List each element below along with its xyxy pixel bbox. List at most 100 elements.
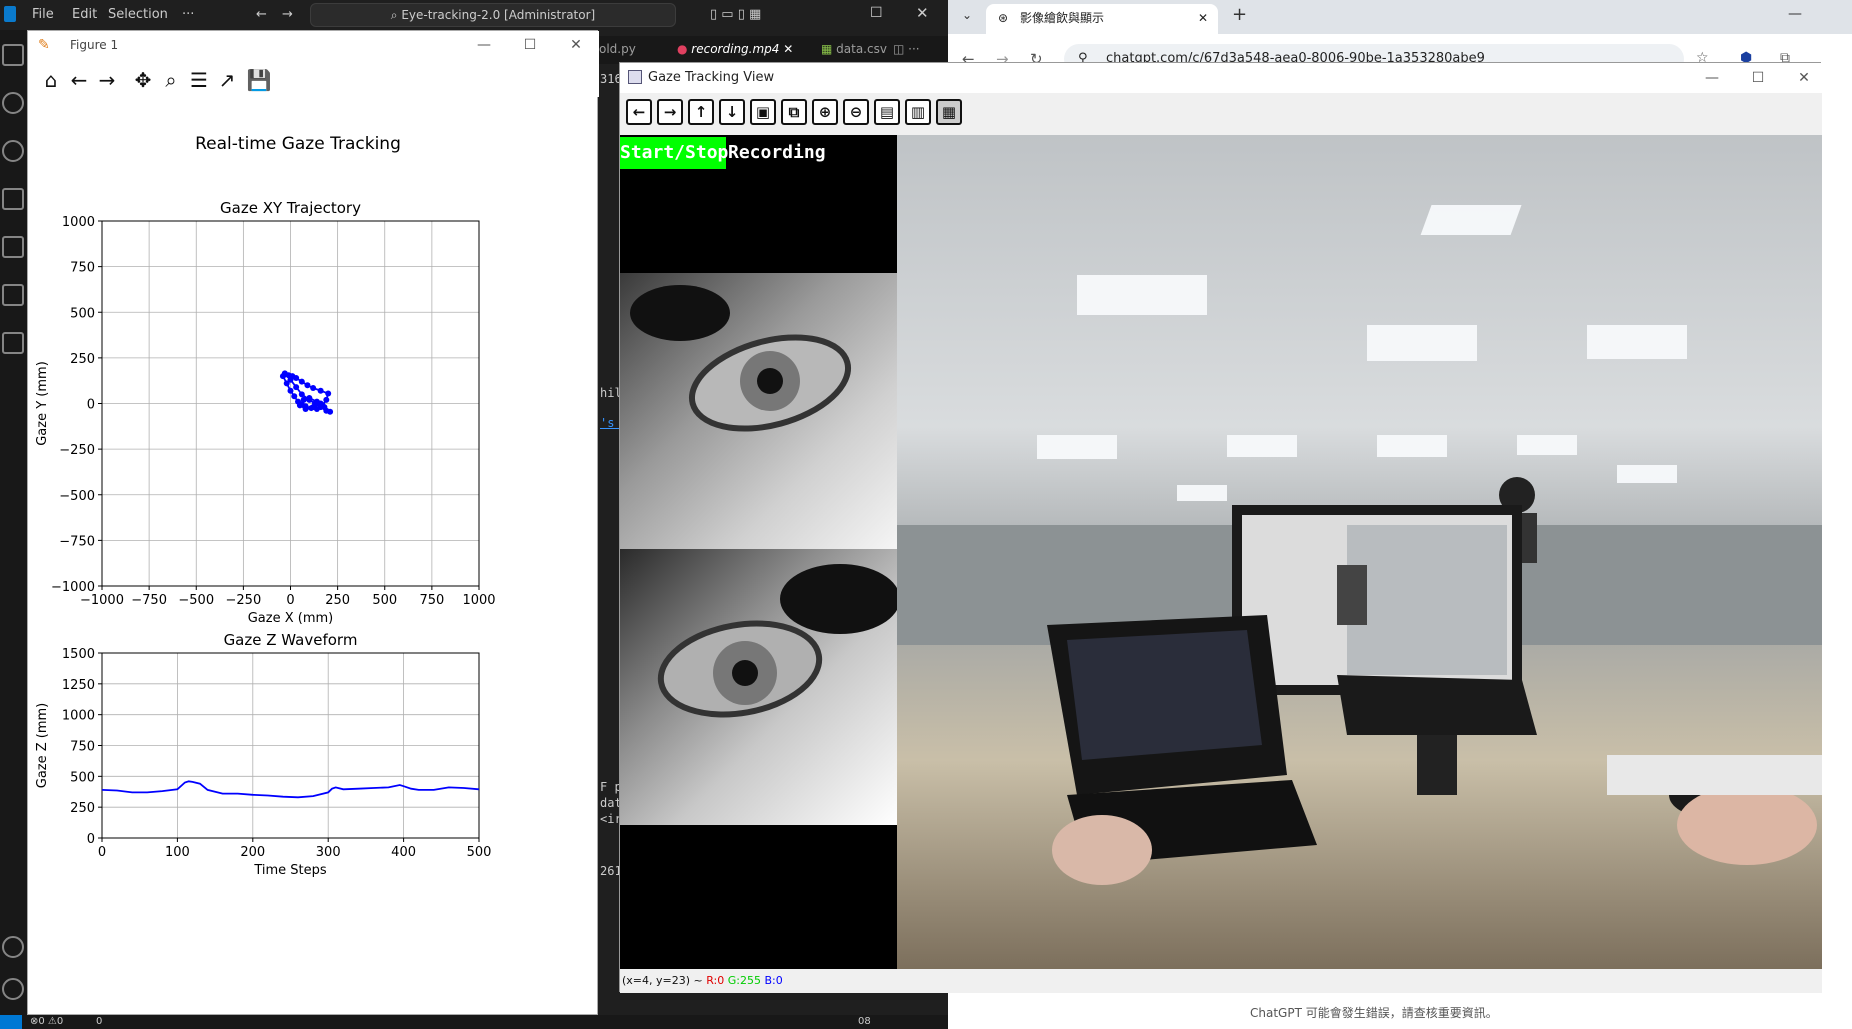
chatgpt-footer-disclaimer: ChatGPT 可能會發生錯誤，請查核重要資訊。 <box>1250 1006 1498 1020</box>
menu-file[interactable]: File <box>32 7 54 22</box>
copy-clipboard-icon[interactable]: ▥ <box>905 99 931 125</box>
pan-icon[interactable]: ✥ <box>130 67 156 93</box>
right-eye-camera-image <box>620 549 900 825</box>
x-tick-label: −500 <box>178 593 214 608</box>
problems-count[interactable]: ⊗0 ⚠0 <box>30 1016 63 1027</box>
command-center-search[interactable]: ⌕ Eye-tracking-2.0 [Administrator] <box>310 3 676 27</box>
new-tab-icon[interactable]: + <box>1232 4 1247 25</box>
remote-explorer-icon[interactable] <box>2 236 24 258</box>
status-right-text: 08 <box>858 1016 871 1027</box>
forward-icon[interactable]: → <box>94 67 120 93</box>
tab-recording-mp4[interactable]: ● recording.mp4 ✕ <box>677 42 793 56</box>
data-point <box>287 376 294 383</box>
x-tick-label: 1000 <box>462 593 495 608</box>
figure-minimize-icon[interactable]: — <box>476 37 492 53</box>
zoom-in-icon[interactable]: ⊕ <box>812 99 838 125</box>
gaze-maximize-icon[interactable]: ☐ <box>1750 70 1766 86</box>
data-point <box>298 391 305 398</box>
search-view-icon[interactable] <box>2 92 24 114</box>
remote-indicator-icon[interactable] <box>0 1015 22 1029</box>
data-point <box>310 404 317 411</box>
extensions-icon[interactable] <box>2 284 24 306</box>
edit-axis-icon[interactable]: ↗ <box>214 67 240 93</box>
subplots-icon[interactable]: ☰ <box>186 67 212 93</box>
tab-close-icon[interactable]: ✕ <box>1198 4 1208 32</box>
zoom-out-icon[interactable]: ⊖ <box>843 99 869 125</box>
save-icon[interactable]: 💾 <box>246 67 272 93</box>
gaze-view-titlebar: Gaze Tracking View — ☐ ✕ <box>620 63 1822 93</box>
run-debug-icon[interactable] <box>2 188 24 210</box>
y-tick-label: 250 <box>70 801 95 816</box>
properties-icon[interactable]: ▦ <box>936 99 962 125</box>
figure-titlebar: ✎ Figure 1 — ☐ ✕ <box>28 31 599 61</box>
data-point <box>317 400 324 407</box>
vscode-close-icon[interactable]: ✕ <box>916 4 929 22</box>
data-point <box>317 387 324 394</box>
x-tick-label: 400 <box>391 845 416 860</box>
chat-icon[interactable] <box>2 332 24 354</box>
arrow-right-icon[interactable]: → <box>657 99 683 125</box>
save-image-icon[interactable]: ▤ <box>874 99 900 125</box>
gaze-minimize-icon[interactable]: — <box>1704 70 1720 86</box>
figure-maximize-icon[interactable]: ☐ <box>522 37 538 53</box>
nav-forward-icon[interactable]: → <box>282 7 293 22</box>
split-editor-icon[interactable]: ◫ ··· <box>893 42 920 56</box>
start-stop-button[interactable]: Start/Stop <box>620 137 728 169</box>
home-icon[interactable]: ⌂ <box>38 67 64 93</box>
ports-count[interactable]: 0 <box>96 1016 102 1027</box>
x-tick-label: 500 <box>372 593 397 608</box>
zoom-region-icon[interactable]: ⧉ <box>781 99 807 125</box>
tab-recording-label: recording.mp4 <box>691 42 780 56</box>
menu-edit[interactable]: Edit <box>72 7 97 22</box>
nav-back-icon[interactable]: ← <box>256 7 267 22</box>
x-tick-label: 750 <box>419 593 444 608</box>
cursor-coordinates: (x=4, y=23) ~ <box>622 974 707 987</box>
layout-controls[interactable]: ▯ ▭ ▯ ▦ <box>710 7 761 22</box>
browser-tab-active[interactable]: ⊛ 影像繪飲與顯示 ✕ <box>986 4 1218 34</box>
source-control-icon[interactable] <box>2 140 24 162</box>
browser-minimize-icon[interactable]: — <box>1788 6 1802 22</box>
csv-file-icon: ▦ <box>821 42 837 56</box>
y-tick-label: 500 <box>70 770 95 785</box>
gaze-view-status-bar: (x=4, y=23) ~ R:0 G:255 B:0 <box>620 969 1822 993</box>
chatgpt-favicon-icon: ⊛ <box>998 11 1009 25</box>
vscode-status-bar: ⊗0 ⚠0 0 08 <box>0 1015 948 1029</box>
accounts-icon[interactable] <box>2 936 24 958</box>
figure-toolbar: ⌂ ← → ✥ ⌕ ☰ ↗ 💾 <box>28 61 599 97</box>
xy-trajectory-axes[interactable]: −1000 −750 −500 −250 0 250 500 750 1000 −1000 −750… <box>35 199 496 626</box>
menu-selection[interactable]: Selection <box>108 7 168 22</box>
x-tick-label: 300 <box>316 845 341 860</box>
back-icon[interactable]: ← <box>66 67 92 93</box>
data-point <box>293 384 300 391</box>
editor-tabs: old.py ● recording.mp4 ✕ ▦ data.csv ◫ ··… <box>595 36 948 64</box>
tab-data-csv[interactable]: ▦ data.csv <box>821 42 887 56</box>
arrow-down-icon[interactable]: ↓ <box>719 99 745 125</box>
vscode-maximize-icon[interactable]: ☐ <box>870 5 883 21</box>
app-window-icon <box>628 70 642 84</box>
explorer-icon[interactable] <box>2 44 24 66</box>
z-waveform-axes[interactable]: 0 100 200 300 400 500 0 250 500 750 1000 1250 1500 Ga… <box>35 631 491 878</box>
figure-window: ✎ Figure 1 — ☐ ✕ ⌂ ← → ✥ ⌕ ☰ ↗ 💾 Real-ti… <box>27 30 599 1016</box>
manage-gear-icon[interactable] <box>2 978 24 1000</box>
data-point <box>327 408 334 415</box>
x-tick-label: −1000 <box>80 593 124 608</box>
data-point <box>304 382 311 389</box>
tab-search-icon[interactable]: ⌄ <box>962 8 972 22</box>
figure-close-icon[interactable]: ✕ <box>568 37 584 53</box>
tab-old-py[interactable]: old.py <box>599 42 636 56</box>
y-tick-label: −500 <box>59 489 95 504</box>
figure-canvas[interactable]: Real-time Gaze Tracking −1000 −750 −500 −25… <box>28 97 599 1016</box>
gaze-video-canvas[interactable]: Start/Stop Recording <box>620 135 1822 969</box>
arrow-up-icon[interactable]: ↑ <box>688 99 714 125</box>
gaze-close-icon[interactable]: ✕ <box>1796 70 1812 86</box>
fit-icon[interactable]: ▣ <box>750 99 776 125</box>
data-point <box>300 396 307 403</box>
x-tick-label: −750 <box>131 593 167 608</box>
menu-more[interactable]: ··· <box>182 7 194 22</box>
x-axis-label: Gaze X (mm) <box>248 611 334 626</box>
x-tick-label: 250 <box>325 593 350 608</box>
arrow-left-icon[interactable]: ← <box>626 99 652 125</box>
x-tick-label: 0 <box>286 593 294 608</box>
y-tick-label: 1500 <box>62 647 95 662</box>
zoom-icon[interactable]: ⌕ <box>158 67 184 93</box>
